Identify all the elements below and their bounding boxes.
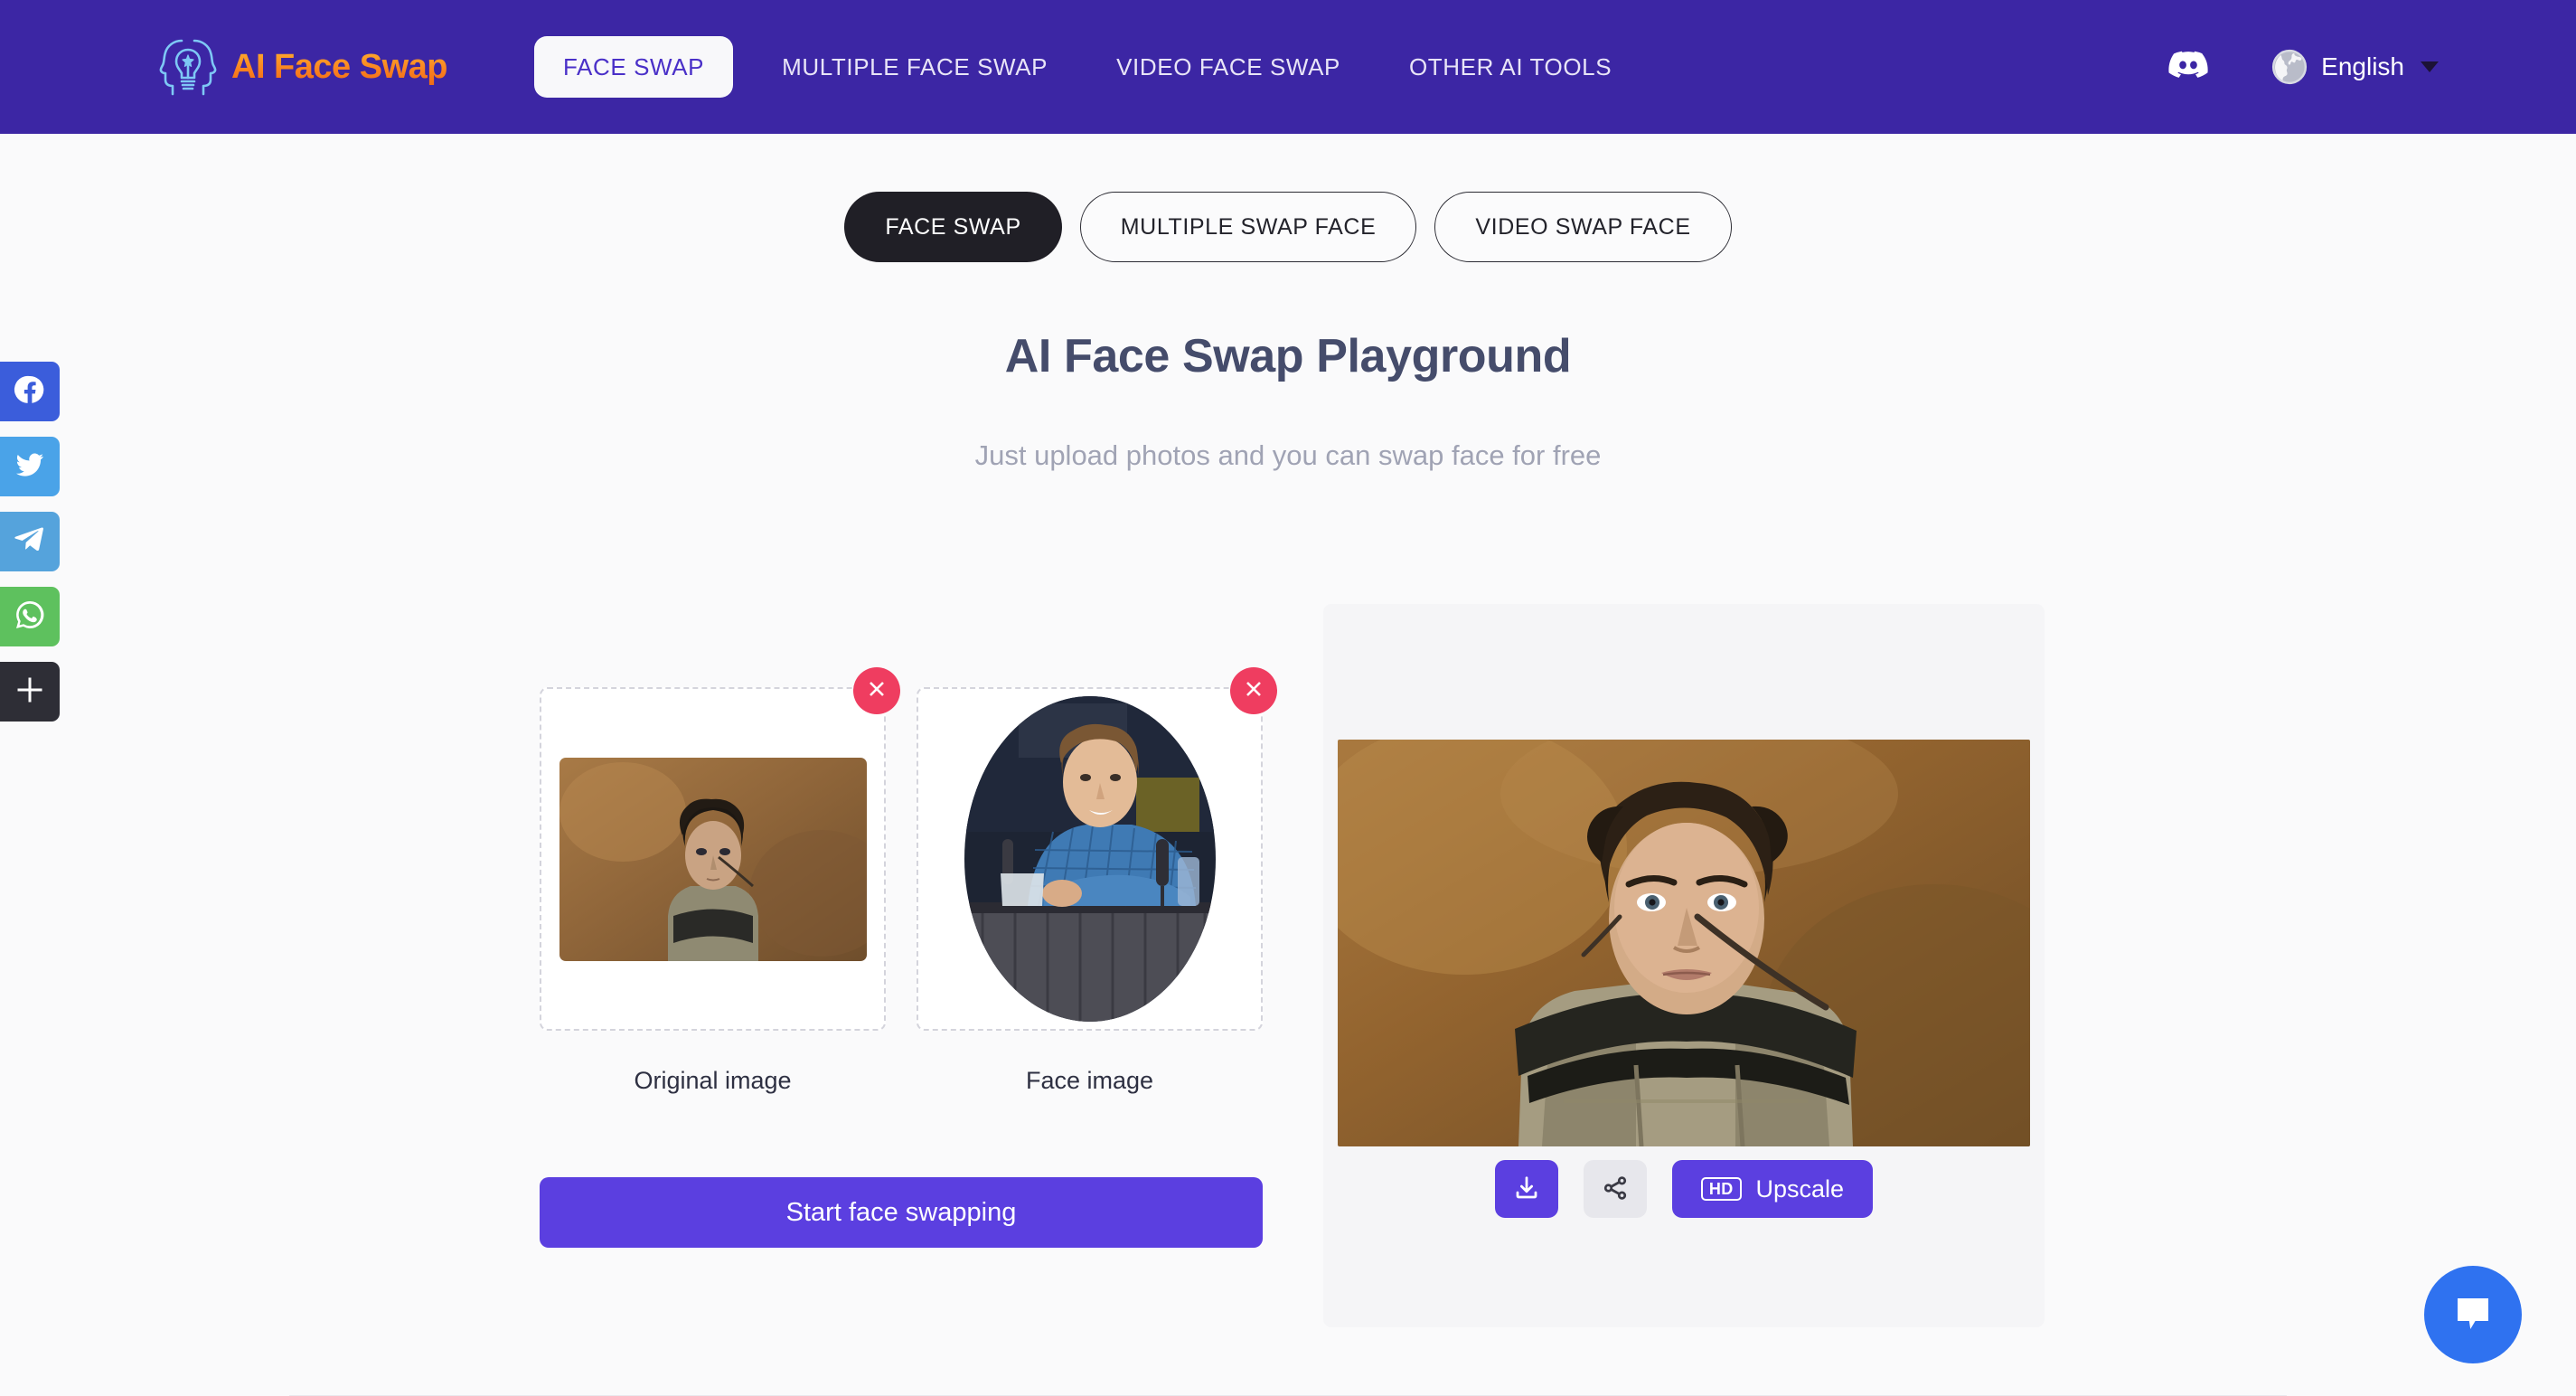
remove-original-image-button[interactable] <box>853 667 900 714</box>
result-panel <box>1323 604 2045 1327</box>
face-image-thumbnail <box>964 696 1216 1022</box>
chevron-down-icon <box>2421 61 2439 72</box>
original-image-thumbnail <box>559 757 867 961</box>
upload-original-image-dropzone[interactable] <box>540 687 886 1031</box>
start-face-swapping-button[interactable]: Start face swapping <box>540 1177 1263 1248</box>
download-result-button[interactable] <box>1494 1160 1558 1218</box>
two-heads-lightbulb-icon <box>155 32 221 102</box>
remove-face-image-button[interactable] <box>1230 667 1277 714</box>
nav-item-multiple-face-swap[interactable]: MULTIPLE FACE SWAP <box>747 0 1082 134</box>
upload-face-image-label: Face image <box>1025 1067 1154 1094</box>
upload-face-column: Face image <box>917 667 1277 1095</box>
chat-bubble-icon <box>2451 1291 2495 1339</box>
globe-icon <box>2270 48 2308 86</box>
close-icon <box>1243 678 1264 704</box>
result-action-bar: HD Upscale <box>1323 1160 2045 1218</box>
telegram-share-button[interactable] <box>0 512 60 571</box>
upload-row: Original image Face image <box>540 667 1277 1095</box>
telegram-icon <box>14 524 46 561</box>
nav-item-other-ai-tools[interactable]: OTHER AI TOOLS <box>1375 0 1646 134</box>
chat-widget-button[interactable] <box>2424 1266 2522 1363</box>
result-image <box>1338 740 2030 1146</box>
upscale-label: Upscale <box>1755 1174 1845 1203</box>
whatsapp-share-button[interactable] <box>0 587 60 646</box>
main-navigation: FACE SWAP MULTIPLE FACE SWAP VIDEO FACE … <box>520 0 1646 134</box>
page-title: AI Face Swap Playground <box>1004 330 1572 382</box>
social-share-rail <box>0 362 60 722</box>
upload-face-image-dropzone[interactable] <box>917 687 1263 1031</box>
logo[interactable]: AI Face Swap <box>155 32 447 102</box>
nav-item-face-swap[interactable]: FACE SWAP <box>533 36 734 98</box>
language-selector[interactable]: English <box>2270 48 2439 86</box>
page-subtitle: Just upload photos and you can swap face… <box>974 439 1602 471</box>
tab-video-swap-face[interactable]: VIDEO SWAP FACE <box>1434 192 1732 262</box>
download-icon <box>1513 1174 1540 1204</box>
upload-original-image-label: Original image <box>634 1067 792 1094</box>
nav-item-video-face-swap[interactable]: VIDEO FACE SWAP <box>1082 0 1375 134</box>
hd-badge-icon: HD <box>1700 1176 1742 1202</box>
language-label: English <box>2321 52 2404 80</box>
upload-original-column: Original image <box>540 667 900 1095</box>
whatsapp-icon <box>14 599 46 636</box>
share-result-button[interactable] <box>1583 1160 1647 1218</box>
mode-tabs: FACE SWAP MULTIPLE SWAP FACE VIDEO SWAP … <box>0 192 2576 262</box>
upscale-result-button[interactable]: HD Upscale <box>1671 1160 1874 1218</box>
plus-icon <box>14 674 46 711</box>
more-share-button[interactable] <box>0 662 60 722</box>
tab-face-swap[interactable]: FACE SWAP <box>844 192 1062 262</box>
logo-text: AI Face Swap <box>231 47 447 86</box>
header-right-group: English <box>2167 46 2439 88</box>
tab-multiple-swap-face[interactable]: MULTIPLE SWAP FACE <box>1079 192 1417 262</box>
site-header: AI Face Swap FACE SWAP MULTIPLE FACE SWA… <box>0 0 2576 134</box>
share-icon <box>1602 1174 1629 1204</box>
close-icon <box>866 678 888 704</box>
discord-icon[interactable] <box>2167 46 2209 88</box>
